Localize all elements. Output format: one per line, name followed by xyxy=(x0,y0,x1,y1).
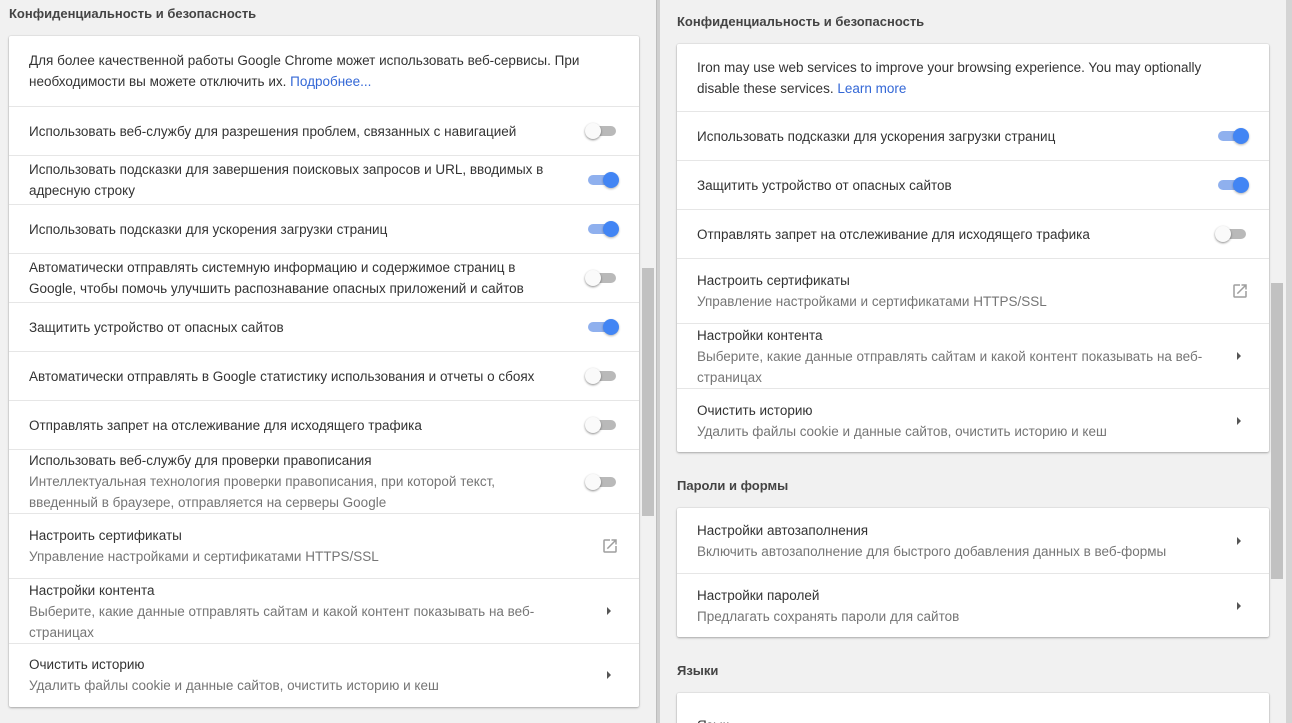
intro-text: Iron may use web services to improve you… xyxy=(697,59,1202,96)
setting-row-autofill[interactable]: Настройки автозаполнения Включить автоза… xyxy=(677,508,1269,573)
setting-description: Удалить файлы cookie и данные сайтов, оч… xyxy=(29,678,439,693)
scrollbar-thumb[interactable] xyxy=(642,268,654,516)
toggle-switch[interactable] xyxy=(1215,175,1249,195)
setting-row-certificates[interactable]: Настроить сертификаты Управление настрой… xyxy=(677,258,1269,323)
setting-description: Предлагать сохранять пароли для сайтов xyxy=(697,608,960,624)
setting-description: Удалить файлы cookie и данные сайтов, оч… xyxy=(697,423,1107,439)
setting-row-language[interactable]: Язык xyxy=(677,693,1269,723)
scrollbar-thumb[interactable] xyxy=(1271,283,1283,579)
setting-label: Настроить сертификаты xyxy=(697,273,850,288)
setting-row-passwords[interactable]: Настройки паролей Предлагать сохранять п… xyxy=(677,573,1269,637)
setting-row-do-not-track[interactable]: Отправлять запрет на отслеживание для ис… xyxy=(677,209,1269,258)
setting-row-content-settings[interactable]: Настройки контента Выберите, какие данны… xyxy=(9,578,639,643)
setting-label: Отправлять запрет на отслеживание для ис… xyxy=(29,417,422,433)
setting-label: Язык xyxy=(697,715,1231,723)
setting-description: Интеллектуальная технология проверки пра… xyxy=(29,474,496,510)
setting-description: Выберите, какие данные отправлять сайтам… xyxy=(29,603,535,640)
toggle-switch[interactable] xyxy=(585,121,619,141)
toggle-switch[interactable] xyxy=(585,472,619,492)
setting-label: Настроить сертификаты xyxy=(29,528,182,543)
intro-row: Iron may use web services to improve you… xyxy=(677,44,1269,111)
setting-row-prefetch[interactable]: Использовать подсказки для ускорения заг… xyxy=(9,204,639,253)
setting-label: Автоматически отправлять в Google статис… xyxy=(29,368,535,384)
setting-row-search-suggestions[interactable]: Использовать подсказки для завершения по… xyxy=(9,155,639,204)
setting-row-safe-browsing[interactable]: Защитить устройство от опасных сайтов xyxy=(9,302,639,351)
toggle-switch[interactable] xyxy=(585,219,619,239)
setting-row-certificates[interactable]: Настроить сертификаты Управление настрой… xyxy=(9,513,639,578)
privacy-card: Для более качественной работы Google Chr… xyxy=(9,36,639,707)
learn-more-link[interactable]: Подробнее... xyxy=(290,74,371,89)
setting-label: Использовать подсказки для ускорения заг… xyxy=(29,221,388,237)
setting-description: Управление настройками и сертификатами H… xyxy=(697,294,1047,309)
intro-row: Для более качественной работы Google Chr… xyxy=(9,36,639,106)
setting-row-safe-browsing[interactable]: Защитить устройство от опасных сайтов xyxy=(677,160,1269,209)
chevron-right-icon xyxy=(601,667,617,683)
chevron-right-icon xyxy=(601,603,617,619)
setting-row-extended-reporting[interactable]: Автоматически отправлять системную инфор… xyxy=(9,253,639,302)
passwords-card: Настройки автозаполнения Включить автоза… xyxy=(677,508,1269,637)
toggle-switch[interactable] xyxy=(585,268,619,288)
setting-label: Защитить устройство от опасных сайтов xyxy=(697,177,952,193)
section-title-privacy: Конфиденциальность и безопасность xyxy=(677,14,925,29)
chevron-right-icon xyxy=(1231,348,1247,364)
languages-card: Язык xyxy=(677,693,1269,723)
setting-description: Включить автозаполнение для быстрого доб… xyxy=(697,543,1167,559)
setting-row-clear-history[interactable]: Очистить историю Удалить файлы cookie и … xyxy=(677,388,1269,452)
toggle-switch[interactable] xyxy=(1215,126,1249,146)
setting-label: Использовать веб-службу для проверки пра… xyxy=(29,453,372,468)
setting-label: Использовать подсказки для завершения по… xyxy=(29,162,544,198)
section-title-privacy: Конфиденциальность и безопасность xyxy=(9,6,257,21)
chevron-right-icon xyxy=(1231,598,1247,614)
setting-label: Использовать веб-службу для разрешения п… xyxy=(29,123,517,139)
section-title-languages: Языки xyxy=(677,663,719,678)
chrome-settings-pane: Конфиденциальность и безопасность Для бо… xyxy=(0,0,656,723)
setting-description: Выберите, какие данные отправлять сайтам… xyxy=(697,348,1203,385)
toggle-switch[interactable] xyxy=(585,415,619,435)
section-title-passwords: Пароли и формы xyxy=(677,478,789,493)
setting-row-do-not-track[interactable]: Отправлять запрет на отслеживание для ис… xyxy=(9,400,639,449)
toggle-switch[interactable] xyxy=(1215,224,1249,244)
external-link-icon[interactable] xyxy=(601,537,619,555)
setting-row-spellcheck[interactable]: Использовать веб-службу для проверки пра… xyxy=(9,449,639,513)
setting-description: Управление настройками и сертификатами H… xyxy=(29,549,379,564)
chevron-right-icon xyxy=(1231,533,1247,549)
setting-label: Настройки автозаполнения xyxy=(697,522,869,538)
toggle-switch[interactable] xyxy=(585,317,619,337)
setting-row-navigation-errors[interactable]: Использовать веб-службу для разрешения п… xyxy=(9,106,639,155)
setting-label: Отправлять запрет на отслеживание для ис… xyxy=(697,226,1090,242)
setting-label: Настройки паролей xyxy=(697,587,820,603)
chevron-right-icon xyxy=(1231,413,1247,429)
setting-label: Настройки контента xyxy=(697,327,823,343)
toggle-switch[interactable] xyxy=(585,170,619,190)
setting-label: Очистить историю xyxy=(697,402,813,418)
setting-row-usage-stats[interactable]: Автоматически отправлять в Google статис… xyxy=(9,351,639,400)
chevron-down-icon xyxy=(1231,717,1247,723)
setting-row-prefetch[interactable]: Использовать подсказки для ускорения заг… xyxy=(677,111,1269,160)
external-link-icon[interactable] xyxy=(1231,282,1249,300)
setting-label: Использовать подсказки для ускорения заг… xyxy=(697,128,1056,144)
setting-label: Настройки контента xyxy=(29,582,155,598)
setting-row-clear-history[interactable]: Очистить историю Удалить файлы cookie и … xyxy=(9,643,639,706)
setting-label: Очистить историю xyxy=(29,657,145,672)
learn-more-link[interactable]: Learn more xyxy=(837,81,906,96)
toggle-switch[interactable] xyxy=(585,366,619,386)
setting-label: Защитить устройство от опасных сайтов xyxy=(29,319,284,335)
setting-label: Автоматически отправлять системную инфор… xyxy=(29,260,524,296)
iron-settings-pane: Конфиденциальность и безопасность Iron m… xyxy=(660,0,1292,723)
setting-row-content-settings[interactable]: Настройки контента Выберите, какие данны… xyxy=(677,323,1269,388)
window-edge xyxy=(1286,0,1292,723)
privacy-card: Iron may use web services to improve you… xyxy=(677,44,1269,452)
